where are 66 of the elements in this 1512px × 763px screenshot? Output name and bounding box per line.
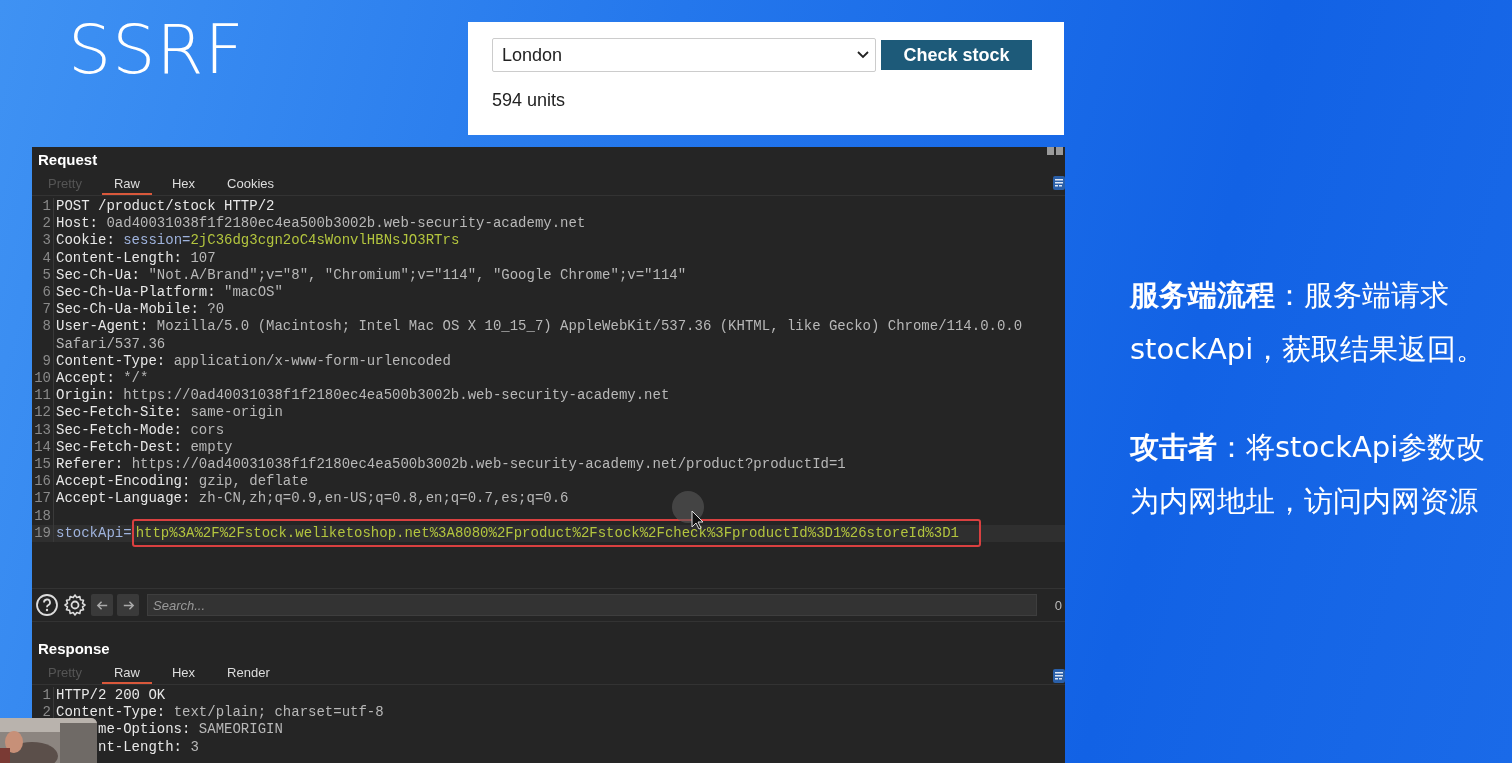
- list-icon[interactable]: [1053, 669, 1065, 683]
- code-line: nt-Length: 3: [97, 738, 199, 756]
- note-text: 攻击者：将stockApi参数改为内网地址，访问内网资源: [1130, 429, 1487, 520]
- line-number: 9: [32, 352, 54, 371]
- back-button[interactable]: [91, 594, 113, 616]
- code-line: Sec-Ch-Ua: "Not.A/Brand";v="8", "Chromium";v="114", "Google Chrome";v="114": [56, 266, 687, 284]
- highlighted-value: http%3A%2F%2Fstock.weliketoshop.net%3A8080%2Fproduct%2Fstock%2Fcheck%3FproductId%3D1%26storeId%3D1: [131, 518, 981, 547]
- line-number: 13: [32, 421, 54, 439]
- line-number: 16: [32, 473, 54, 491]
- layout-icon[interactable]: [1047, 147, 1063, 155]
- code-text: stockApi=: [56, 524, 132, 541]
- code-line: Origin: https://0ad40031038f1f2180ec4ea500b3002b.web-security-academy.net: [56, 387, 670, 405]
- tab[interactable]: Hex: [160, 660, 208, 684]
- code-line: POST /product/stock HTTP/2: [56, 198, 275, 216]
- line-number: 19: [32, 524, 54, 543]
- chevron-icon: [857, 51, 869, 59]
- note-text: 服务端流程：服务端请求stockApi，获取结果返回。: [1130, 277, 1487, 368]
- section-title: Response: [37, 639, 111, 659]
- section-title: Request: [37, 150, 99, 170]
- line-number: 7: [32, 301, 54, 319]
- slide-title: SSRF: [68, 10, 245, 89]
- code-line: Content-Type: text/plain; charset=utf-8: [56, 704, 384, 722]
- line-number: 14: [32, 438, 54, 457]
- code-line: Referer: https://0ad40031038f1f2180ec4ea500b3002b.web-security-academy.net/product?productId=1: [56, 456, 846, 474]
- code-line: Sec-Ch-Ua-Mobile: ?0: [56, 301, 225, 319]
- tab[interactable]: Raw: [101, 660, 152, 684]
- store-select[interactable]: London: [492, 38, 876, 72]
- match-count: 0: [1054, 597, 1063, 613]
- line-number: 3: [32, 232, 54, 250]
- line-number: 1: [32, 687, 54, 705]
- code-line: Cookie: session=2jC36dg3cgn2oC4sWonvlHBNsJO3RTrs: [56, 232, 460, 250]
- line-number: 2: [32, 215, 54, 233]
- line-number: 18: [32, 507, 54, 525]
- line-number: 12: [32, 404, 54, 422]
- search-field[interactable]: Search...: [147, 594, 1037, 616]
- line-number: 15: [32, 456, 54, 474]
- code-line: Sec-Fetch-Site: same-origin: [56, 404, 283, 422]
- code-line: Sec-Fetch-Mode: cors: [56, 421, 225, 439]
- stock-result: 594 units: [492, 90, 567, 111]
- code-line: Host: 0ad40031038f1f2180ec4ea500b3002b.web-security-academy.net: [56, 215, 586, 233]
- tab[interactable]: Hex: [160, 171, 208, 195]
- code-line: Content-Length: 107: [56, 249, 216, 267]
- list-icon[interactable]: [1053, 176, 1065, 190]
- line-number: 8: [32, 318, 54, 353]
- tab[interactable]: Cookies: [215, 171, 287, 195]
- code-line: Accept: */*: [56, 370, 149, 388]
- line-number: 11: [32, 387, 54, 405]
- code-line: Sec-Fetch-Dest: empty: [56, 438, 233, 457]
- line-number: 17: [32, 490, 54, 508]
- forward-button[interactable]: [117, 594, 139, 616]
- check-stock-button[interactable]: Check stock: [881, 40, 1032, 70]
- code-line: me-Options: SAMEORIGIN: [97, 721, 283, 739]
- line-number: 10: [32, 370, 54, 388]
- settings-icon[interactable]: [63, 593, 87, 617]
- code-line: Accept-Language: zh-CN,zh;q=0.9,en-US;q=0.8,en;q=0.7,es;q=0.6: [56, 490, 569, 508]
- tab[interactable]: Raw: [101, 171, 152, 195]
- tab[interactable]: Render: [215, 660, 282, 684]
- code-line: Accept-Encoding: gzip, deflate: [56, 473, 309, 491]
- code-line: Sec-Ch-Ua-Platform: "macOS": [56, 284, 283, 302]
- line-number: 5: [32, 266, 54, 284]
- line-number: 1: [32, 198, 54, 216]
- line-number: 4: [32, 249, 54, 267]
- code-line: Content-Type: application/x-www-form-urlencoded: [56, 352, 451, 371]
- line-number: 6: [32, 284, 54, 302]
- code-line: HTTP/2 200 OK: [56, 687, 166, 705]
- help-icon[interactable]: [35, 593, 59, 617]
